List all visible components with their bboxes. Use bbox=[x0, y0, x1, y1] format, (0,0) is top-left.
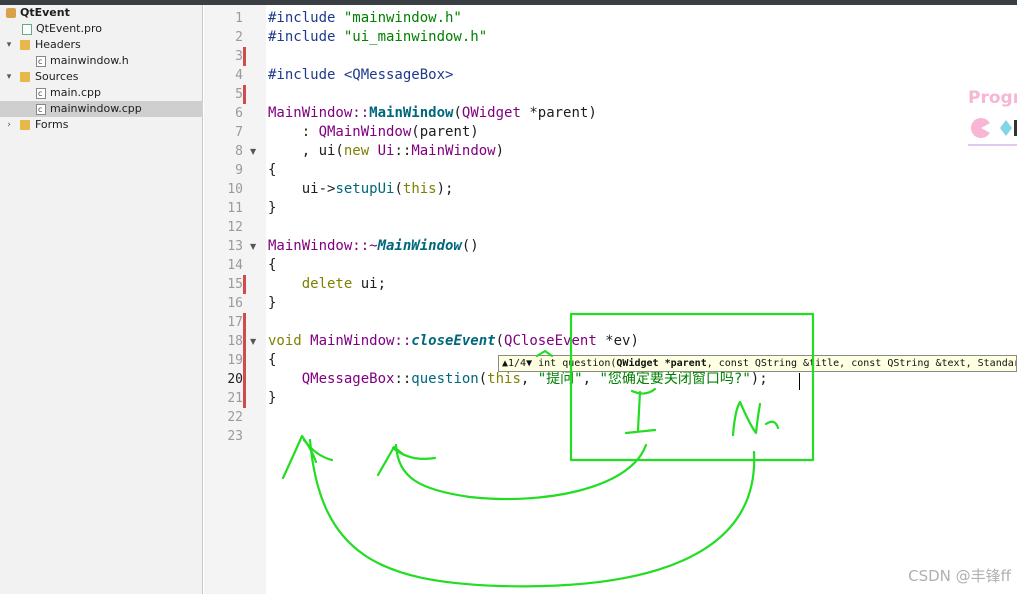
annotation-stroke bbox=[630, 387, 657, 395]
logo-graphic bbox=[968, 118, 1017, 146]
annotation-box bbox=[569, 312, 815, 462]
annotation-stroke bbox=[731, 400, 780, 437]
annotation-arrowhead-1 bbox=[376, 445, 437, 477]
annotation-arrow-1 bbox=[394, 443, 648, 501]
logo-underline bbox=[968, 144, 1017, 146]
annotation-overlay bbox=[281, 312, 815, 588]
annotation-caret bbox=[535, 349, 554, 358]
annotation-arrow-2 bbox=[308, 438, 756, 588]
partial-logo: Progr bbox=[968, 88, 1017, 108]
annotation-arrowhead-2 bbox=[281, 434, 334, 480]
logo-shape bbox=[1000, 120, 1012, 136]
logo-text: Progr bbox=[968, 88, 1017, 108]
watermark: CSDN @丰锋ff bbox=[908, 567, 1011, 585]
annotation-stroke bbox=[624, 390, 657, 435]
